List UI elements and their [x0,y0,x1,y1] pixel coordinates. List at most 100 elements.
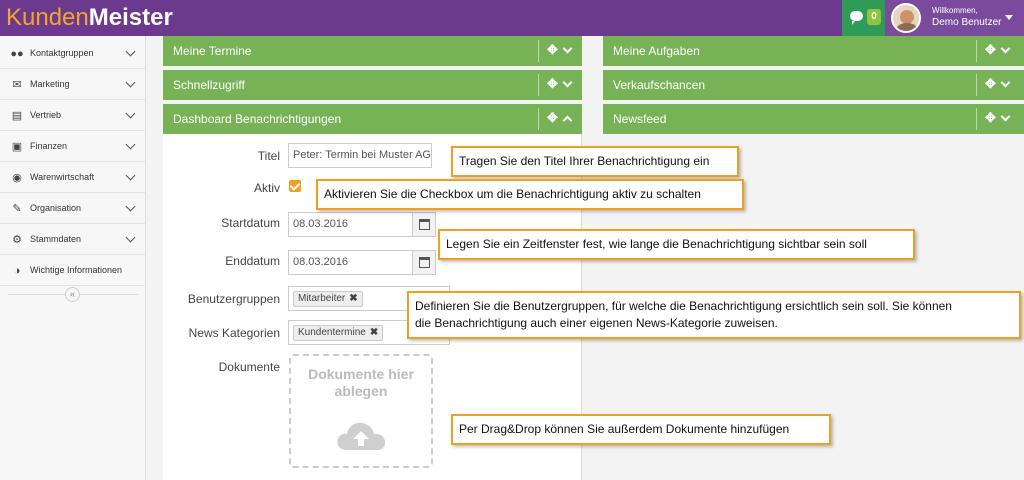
divider [976,108,977,130]
start-date-input[interactable]: 08.03.2016 [288,212,414,237]
divider [538,74,539,96]
divider [538,108,539,130]
panel-meine-termine[interactable]: Meine Termine ✥ [163,36,582,66]
calendar-icon [419,219,430,230]
start-date-label: Startdatum [221,216,280,230]
panel-dashboard-benachrichtigungen[interactable]: Dashboard Benachrichtigungen ✥ [163,104,582,134]
logo-part-meister: Meister [88,4,173,31]
end-date-label: Enddatum [225,254,280,268]
chevron-down-icon [125,77,136,88]
sidebar-item-kontaktgruppen[interactable]: ●● Kontaktgruppen [0,38,146,69]
tag-label: Kundentermine [298,327,366,338]
half-circle-icon: ◑ [13,265,21,277]
dropzone-text-line2: ablegen [334,383,388,399]
logo-part-kunden: Kunden [6,4,89,31]
end-date-calendar-button[interactable] [412,250,436,275]
sidebar-item-label: Marketing [30,79,70,89]
panel-title: Schnellzugriff [173,78,245,92]
title-label: Titel [257,149,280,163]
panel-title: Verkaufschancen [613,78,706,92]
dropzone-text-line1: Dokumente hier [308,366,414,382]
chevron-down-icon[interactable] [1000,111,1011,122]
edit-icon: ✎ [12,203,22,215]
chat-icon [850,11,863,25]
sidebar-item-stammdaten[interactable]: ⚙ Stammdaten [0,224,146,255]
sidebar-item-vertrieb[interactable]: ▤ Vertrieb [0,100,146,131]
username: Demo Benutzer [932,17,1002,28]
move-icon[interactable]: ✥ [547,77,558,91]
cloud-upload-icon [337,422,386,450]
panel-title: Meine Termine [173,44,252,58]
move-icon[interactable]: ✥ [985,77,996,91]
app-logo[interactable]: KundenMeister [6,4,173,32]
user-menu[interactable]: Willkommen, Demo Benutzer [885,0,1024,36]
sidebar-item-label: Wichtige Informationen [30,265,123,275]
panel-schnellzugriff[interactable]: Schnellzugriff ✥ [163,70,582,100]
move-icon[interactable]: ✥ [547,43,558,57]
sidebar-item-organisation[interactable]: ✎ Organisation [0,193,146,224]
globe-icon: ◉ [12,172,22,184]
callout-dates: Legen Sie ein Zeitfenster fest, wie lang… [438,229,915,260]
envelope-icon: ✉ [12,79,22,91]
active-label: Aktiv [253,181,280,195]
remove-tag-icon[interactable]: ✖ [349,293,357,304]
end-date-input[interactable]: 08.03.2016 [288,250,414,275]
sidebar-collapse-button[interactable]: « [65,287,80,302]
move-icon[interactable]: ✥ [985,43,996,57]
news-category-tag: Kundentermine ✖ [293,325,384,341]
remove-tag-icon[interactable]: ✖ [370,327,378,338]
move-icon[interactable]: ✥ [547,111,558,125]
callout-title: Tragen Sie den Titel Ihrer Benachrichtig… [451,146,739,177]
move-icon[interactable]: ✥ [985,111,996,125]
chevron-down-icon [125,108,136,119]
user-groups-label: Benutzergruppen [187,292,280,306]
money-icon: ▣ [11,141,23,153]
panel-title: Newsfeed [613,112,667,126]
panel-meine-aufgaben[interactable]: Meine Aufgaben ✥ [603,36,1024,66]
document-dropzone[interactable]: Dokumente hier ablegen [289,354,433,468]
chevron-down-icon[interactable] [1000,43,1011,54]
sidebar-item-warenwirtschaft[interactable]: ◉ Warenwirtschaft [0,162,146,193]
chevron-up-icon[interactable] [562,115,573,126]
sidebar-item-marketing[interactable]: ✉ Marketing [0,69,146,100]
sidebar-item-label: Organisation [30,203,82,213]
start-date-calendar-button[interactable] [412,212,436,237]
callout-groups-line1: Definieren Sie die Benutzergruppen, für … [415,299,952,313]
chat-button[interactable]: 0 [842,0,885,36]
divider [538,40,539,62]
sidebar-item-label: Finanzen [30,141,68,151]
panel-verkaufschancen[interactable]: Verkaufschancen ✥ [603,70,1024,100]
calendar-icon [419,257,430,268]
tag-label: Mitarbeiter [298,293,346,304]
chevron-down-icon [125,46,136,57]
panel-newsfeed[interactable]: Newsfeed ✥ [603,104,1024,134]
sidebar-item-finanzen[interactable]: ▣ Finanzen [0,131,146,162]
news-categories-label: News Kategorien [188,326,280,340]
title-input[interactable]: Peter: Termin bei Muster AG [288,143,432,168]
sidebar-item-wichtige-informationen[interactable]: ◑ Wichtige Informationen [0,255,146,286]
chevron-down-icon [125,201,136,212]
avatar [891,3,921,33]
chevron-down-icon[interactable] [1000,77,1011,88]
sidebar-item-label: Vertrieb [30,110,62,120]
top-header: KundenMeister 0 Willkommen, Demo Benutze… [0,0,1024,36]
sidebar: ●● Kontaktgruppen ✉ Marketing ▤ Vertrieb… [0,36,146,480]
sidebar-item-label: Warenwirtschaft [30,172,95,182]
panel-title: Dashboard Benachrichtigungen [173,112,342,126]
callout-groups: Definieren Sie die Benutzergruppen, für … [407,291,1021,339]
bar-chart-icon: ▤ [11,110,23,122]
chevron-down-icon[interactable] [562,43,573,54]
sidebar-item-label: Kontaktgruppen [30,48,94,58]
user-group-tag: Mitarbeiter ✖ [293,291,363,307]
chevron-down-icon [125,232,136,243]
chevron-down-icon[interactable] [562,77,573,88]
active-checkbox[interactable] [289,180,301,192]
welcome-text: Willkommen, [932,6,978,15]
callout-active: Aktivieren Sie die Checkbox um die Benac… [316,179,744,210]
users-icon: ●● [10,48,24,60]
panel-title: Meine Aufgaben [613,44,700,58]
callout-groups-line2: die Benachrichtigung auch einer eigenen … [415,316,778,330]
chevron-down-icon [125,139,136,150]
sidebar-item-label: Stammdaten [30,234,82,244]
divider [976,40,977,62]
